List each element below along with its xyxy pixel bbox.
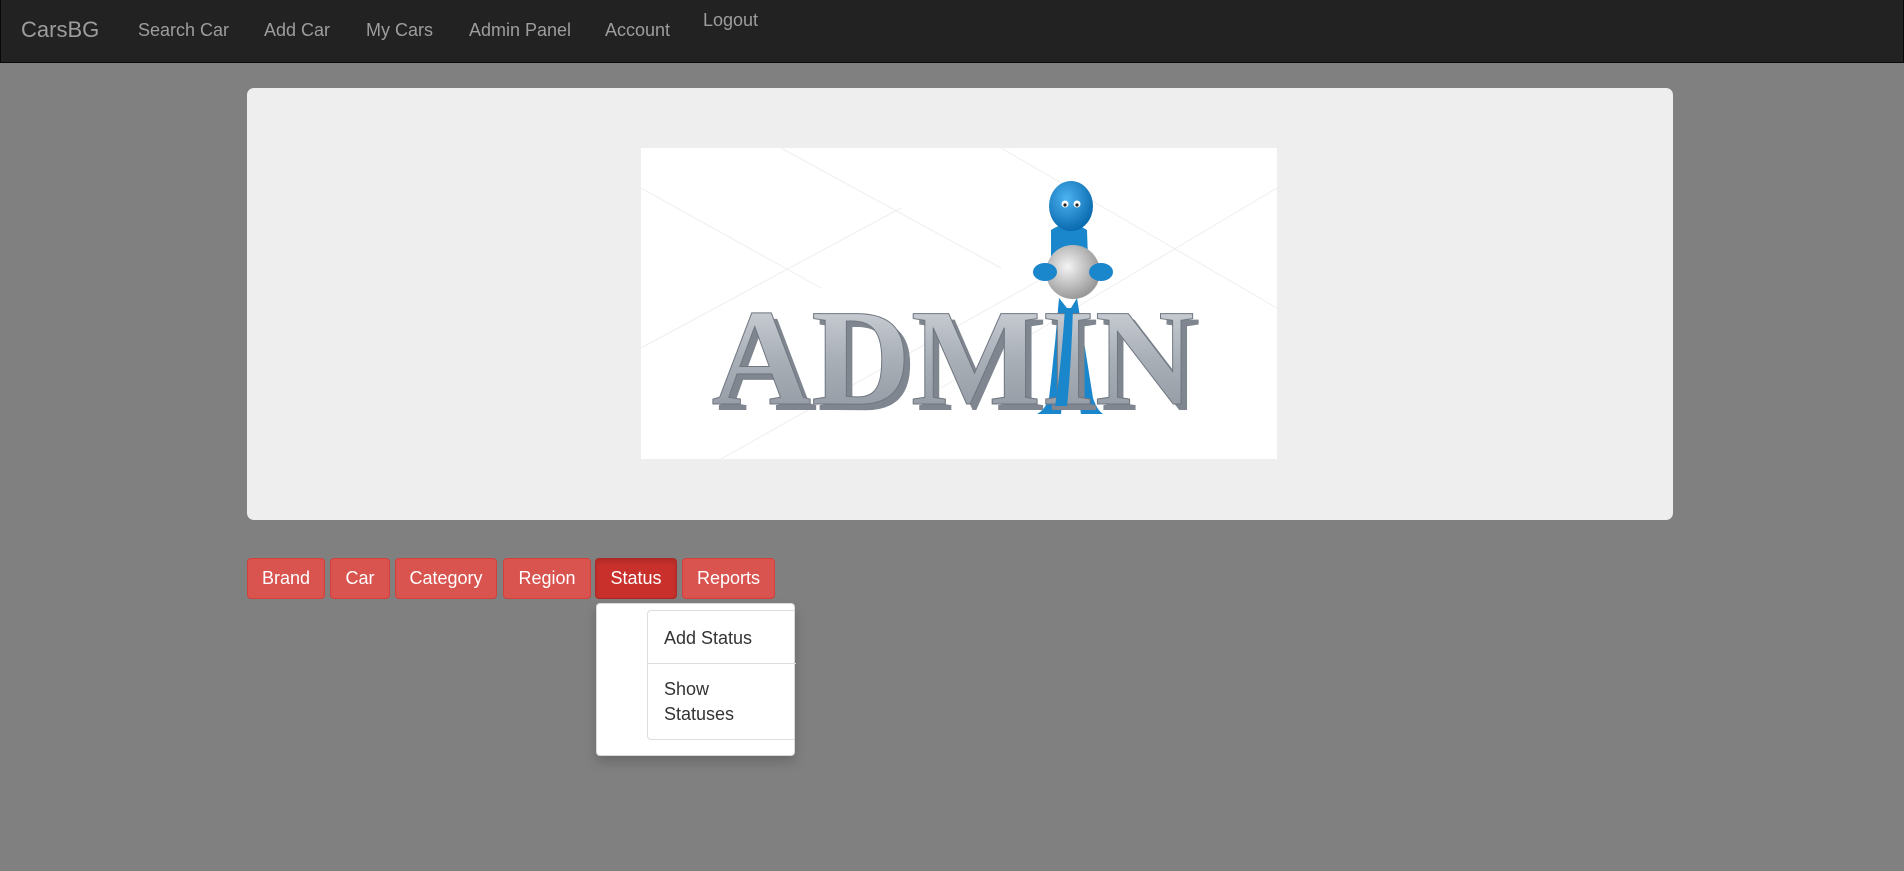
- reports-button[interactable]: Reports: [682, 558, 775, 599]
- add-status-item[interactable]: Add Status: [648, 626, 796, 651]
- region-button[interactable]: Region: [503, 558, 591, 599]
- admin-letters: ADMIN: [712, 281, 1195, 434]
- nav-my-cars[interactable]: My Cars: [366, 20, 433, 41]
- nav-search-car[interactable]: Search Car: [138, 20, 229, 41]
- navbar: CarsBG Search Car Add Car My Cars Admin …: [0, 0, 1904, 63]
- nav-admin-panel[interactable]: Admin Panel: [469, 20, 571, 41]
- nav-logout[interactable]: Logout: [703, 10, 758, 31]
- brand-link[interactable]: CarsBG: [21, 17, 99, 43]
- status-button[interactable]: Status: [595, 558, 677, 599]
- status-dropdown-menu: Add Status Show Statuses: [596, 603, 796, 756]
- category-button[interactable]: Category: [395, 558, 497, 599]
- show-statuses-item[interactable]: Show Statuses: [648, 677, 760, 727]
- brand-button[interactable]: Brand: [247, 558, 325, 599]
- dropdown-divider: [648, 663, 796, 664]
- admin-image: ADMIN ADMIN: [641, 148, 1277, 459]
- nav-account[interactable]: Account: [605, 20, 670, 41]
- dropdown-list: Add Status Show Statuses: [647, 610, 796, 740]
- car-button[interactable]: Car: [330, 558, 390, 599]
- nav-add-car[interactable]: Add Car: [264, 20, 330, 41]
- jumbotron: ADMIN ADMIN: [247, 88, 1673, 520]
